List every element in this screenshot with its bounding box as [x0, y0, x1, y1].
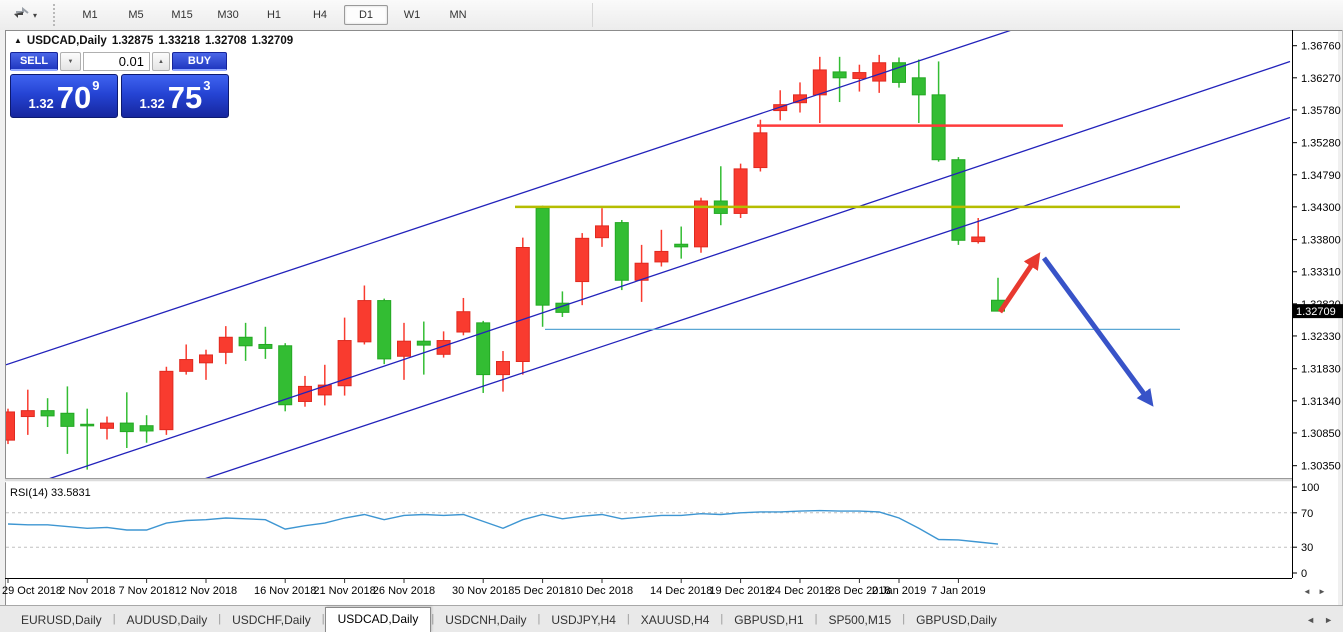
svg-text:5 Dec 2018: 5 Dec 2018	[514, 585, 570, 597]
chart-shift-arrows-icon	[14, 6, 30, 25]
timeframe-button-m15[interactable]: M15	[160, 5, 204, 25]
svg-text:1.35780: 1.35780	[1301, 105, 1341, 117]
svg-text:7 Nov 2018: 7 Nov 2018	[118, 585, 174, 597]
current-price-tag: 1.32709	[1293, 304, 1343, 318]
chart-tab-usdcnh[interactable]: USDCNH,Daily	[434, 609, 537, 632]
svg-text:24 Dec 2018: 24 Dec 2018	[769, 585, 831, 597]
chart-tab-gbpusd[interactable]: GBPUSD,Daily	[905, 609, 1008, 632]
svg-text:30 Nov 2018: 30 Nov 2018	[452, 585, 514, 597]
timeframe-button-d1[interactable]: D1	[344, 5, 388, 25]
svg-text:1.34790: 1.34790	[1301, 170, 1341, 182]
sell-price-sup: 9	[92, 78, 99, 93]
svg-text:1.31340: 1.31340	[1301, 396, 1341, 408]
timeframe-button-m5[interactable]: M5	[114, 5, 158, 25]
ohlc-high: 1.33218	[158, 35, 200, 47]
chart-tab-usdchf[interactable]: USDCHF,Daily	[221, 609, 322, 632]
svg-text:70: 70	[1301, 508, 1313, 520]
candle	[160, 367, 173, 435]
caret-down-icon: ▼	[68, 59, 74, 65]
buy-price-prefix: 1.32	[139, 96, 164, 111]
buy-price-panel[interactable]: 1.32 75 3	[121, 74, 229, 118]
timeframe-button-h1[interactable]: H1	[252, 5, 296, 25]
buy-button[interactable]: BUY	[172, 52, 227, 71]
ohlc-low: 1.32708	[205, 35, 247, 47]
svg-text:1.32330: 1.32330	[1301, 331, 1341, 343]
timeframe-button-m30[interactable]: M30	[206, 5, 250, 25]
chart-tab-usdjpy[interactable]: USDJPY,H4	[540, 609, 626, 632]
collapse-triangle-icon[interactable]: ▲	[14, 36, 22, 45]
svg-text:12 Nov 2018: 12 Nov 2018	[175, 585, 237, 597]
candle	[516, 238, 529, 375]
lot-size-input[interactable]	[83, 52, 150, 71]
toolbar-grip	[53, 4, 61, 26]
svg-text:26 Nov 2018: 26 Nov 2018	[373, 585, 435, 597]
sell-price-big: 70	[57, 81, 91, 115]
timeframe-button-mn[interactable]: MN	[436, 5, 480, 25]
svg-text:2 Jan 2019: 2 Jan 2019	[872, 585, 926, 597]
toolbar-separator	[592, 3, 593, 27]
timeframe-button-w1[interactable]: W1	[390, 5, 434, 25]
tabs-scroll-right-icon[interactable]: ►	[1324, 615, 1333, 625]
mt4-window: ▾ M1M5M15M30H1H4D1W1MN 1.36760 1.36270 1.3…	[0, 0, 1343, 632]
candle	[734, 164, 747, 218]
svg-text:1.36760: 1.36760	[1301, 41, 1341, 53]
lot-increase-button[interactable]: ▲	[152, 52, 170, 71]
chart-tab-gbpusd[interactable]: GBPUSD,H1	[723, 609, 814, 632]
svg-text:30: 30	[1301, 542, 1313, 554]
chart-tab-audusd[interactable]: AUDUSD,Daily	[116, 609, 219, 632]
buy-price-sup: 3	[203, 78, 210, 93]
svg-text:1.35280: 1.35280	[1301, 138, 1341, 150]
svg-text:1.33800: 1.33800	[1301, 235, 1341, 247]
ohlc-open: 1.32875	[112, 35, 154, 47]
sell-price-panel[interactable]: 1.32 70 9	[10, 74, 118, 118]
svg-text:1.34300: 1.34300	[1301, 202, 1341, 214]
timeframe-toolbar: ▾ M1M5M15M30H1H4D1W1MN	[0, 0, 1343, 30]
svg-text:10 Dec 2018: 10 Dec 2018	[571, 585, 633, 597]
chevron-down-icon[interactable]: ▾	[33, 11, 37, 20]
timeframe-button-h4[interactable]: H4	[298, 5, 342, 25]
buy-price-big: 75	[168, 81, 202, 115]
svg-text:0: 0	[1301, 568, 1307, 580]
svg-text:◄: ◄	[1303, 587, 1311, 596]
svg-text:29 Oct 2018: 29 Oct 2018	[2, 585, 62, 597]
svg-text:1.30350: 1.30350	[1301, 461, 1341, 473]
svg-text:►: ►	[1318, 587, 1326, 596]
svg-text:19 Dec 2018: 19 Dec 2018	[709, 585, 771, 597]
svg-text:100: 100	[1301, 482, 1319, 494]
candle	[952, 157, 965, 245]
svg-text:2 Nov 2018: 2 Nov 2018	[59, 585, 115, 597]
chart-tab-usdcad[interactable]: USDCAD,Daily	[325, 607, 432, 632]
caret-up-icon: ▲	[158, 59, 164, 65]
one-click-trading-panel: SELL ▼ ▲ BUY 1.32 70 9 1.32 75 3	[10, 52, 230, 118]
svg-text:1.31830: 1.31830	[1301, 364, 1341, 376]
svg-text:16 Nov 2018: 16 Nov 2018	[254, 585, 316, 597]
chart-symbol-label: USDCAD,Daily	[27, 35, 107, 47]
chart-tab-bar: EURUSD,Daily|AUDUSD,Daily|USDCHF,Daily|U…	[0, 605, 1343, 632]
ohlc-close: 1.32709	[252, 35, 294, 47]
lot-decrease-button[interactable]: ▼	[60, 52, 81, 71]
svg-text:1.32709: 1.32709	[1296, 306, 1336, 318]
svg-text:14 Dec 2018: 14 Dec 2018	[650, 585, 712, 597]
sell-button[interactable]: SELL	[10, 52, 58, 71]
candle	[378, 299, 391, 365]
chart-tool-button[interactable]: ▾	[8, 4, 43, 27]
svg-text:1.30850: 1.30850	[1301, 428, 1341, 440]
tabs-scroll-left-icon[interactable]: ◄	[1306, 615, 1315, 625]
candle	[615, 220, 628, 290]
rsi-indicator-label: RSI(14) 33.5831	[10, 487, 91, 499]
sell-price-prefix: 1.32	[28, 96, 53, 111]
timeframe-button-m1[interactable]: M1	[68, 5, 112, 25]
svg-text:1.36270: 1.36270	[1301, 73, 1341, 85]
candle	[2, 409, 15, 444]
chart-tab-sp500[interactable]: SP500,M15	[818, 609, 903, 632]
chart-tab-xauusd[interactable]: XAUUSD,H4	[630, 609, 721, 632]
chart-title: ▲ USDCAD,Daily 1.32875 1.33218 1.32708 1…	[14, 35, 293, 47]
svg-text:21 Nov 2018: 21 Nov 2018	[313, 585, 375, 597]
svg-text:7 Jan 2019: 7 Jan 2019	[931, 585, 985, 597]
chart-tab-eurusd[interactable]: EURUSD,Daily	[10, 609, 113, 632]
svg-text:1.33310: 1.33310	[1301, 267, 1341, 279]
